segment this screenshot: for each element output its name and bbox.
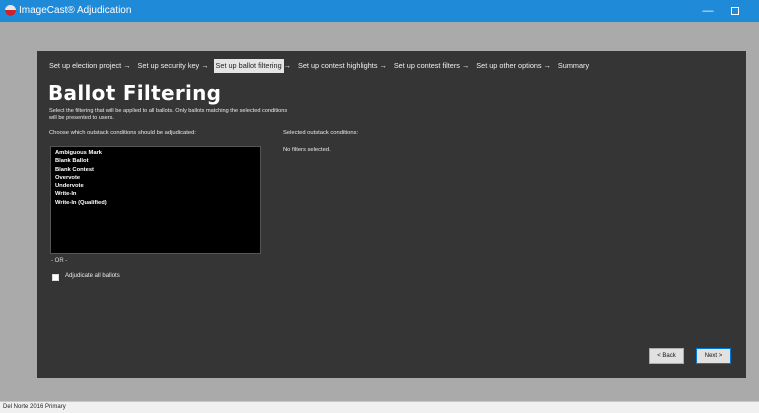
step-arrow: → bbox=[543, 61, 551, 70]
page-title: Ballot Filtering bbox=[48, 81, 222, 105]
or-divider: - OR - bbox=[51, 258, 68, 264]
status-bar: Del Norte 2016 Primary bbox=[0, 401, 759, 413]
condition-undervote[interactable]: Undervote bbox=[55, 182, 256, 190]
condition-write-in[interactable]: Write-In bbox=[55, 190, 256, 198]
wizard-panel: Set up election project → Set up security… bbox=[37, 51, 746, 378]
condition-write-in-qualified[interactable]: Write-In (Qualified) bbox=[55, 199, 256, 207]
step-arrow: → bbox=[379, 61, 387, 70]
step-summary[interactable]: Summary bbox=[556, 59, 591, 73]
back-button[interactable]: < Back bbox=[649, 348, 684, 364]
condition-ambiguous-mark[interactable]: Ambiguous Mark bbox=[55, 149, 256, 157]
conditions-label: Choose which outstack conditions should … bbox=[49, 130, 196, 136]
page-description: Select the filtering that will be applie… bbox=[49, 108, 288, 122]
step-arrow: → bbox=[283, 61, 291, 70]
next-button[interactable]: Next > bbox=[696, 348, 731, 364]
step-security-key[interactable]: Set up security key bbox=[136, 59, 202, 73]
step-other-options[interactable]: Set up other options bbox=[474, 59, 543, 73]
adjudicate-all-checkbox[interactable] bbox=[52, 274, 59, 281]
step-contest-highlights[interactable]: Set up contest highlights bbox=[296, 59, 380, 73]
condition-overvote[interactable]: Overvote bbox=[55, 174, 256, 182]
step-arrow: → bbox=[123, 61, 131, 70]
step-election-project[interactable]: Set up election project bbox=[47, 59, 123, 73]
step-arrow: → bbox=[201, 61, 209, 70]
maximize-icon bbox=[731, 7, 739, 16]
maximize-button[interactable] bbox=[724, 0, 746, 22]
selected-conditions-label: Selected outstack conditions: bbox=[283, 130, 359, 136]
window-title: ImageCast® Adjudication bbox=[19, 5, 132, 16]
condition-blank-ballot[interactable]: Blank Ballot bbox=[55, 157, 256, 165]
wizard-steps: Set up election project → Set up security… bbox=[47, 59, 591, 73]
title-bar: ImageCast® Adjudication — bbox=[0, 0, 759, 22]
selected-conditions-empty: No filters selected. bbox=[283, 147, 331, 153]
condition-blank-contest[interactable]: Blank Contest bbox=[55, 166, 256, 174]
conditions-list[interactable]: Ambiguous Mark Blank Ballot Blank Contes… bbox=[50, 146, 261, 254]
minimize-button[interactable]: — bbox=[697, 0, 719, 22]
step-arrow: → bbox=[461, 61, 470, 70]
step-ballot-filtering[interactable]: Set up ballot filtering bbox=[213, 59, 284, 73]
app-logo-icon bbox=[5, 5, 16, 16]
step-contest-filters[interactable]: Set up contest filters bbox=[392, 59, 462, 73]
adjudicate-all-label[interactable]: Adjudicate all ballots bbox=[65, 273, 120, 279]
election-name: Del Norte 2016 Primary bbox=[3, 404, 66, 410]
